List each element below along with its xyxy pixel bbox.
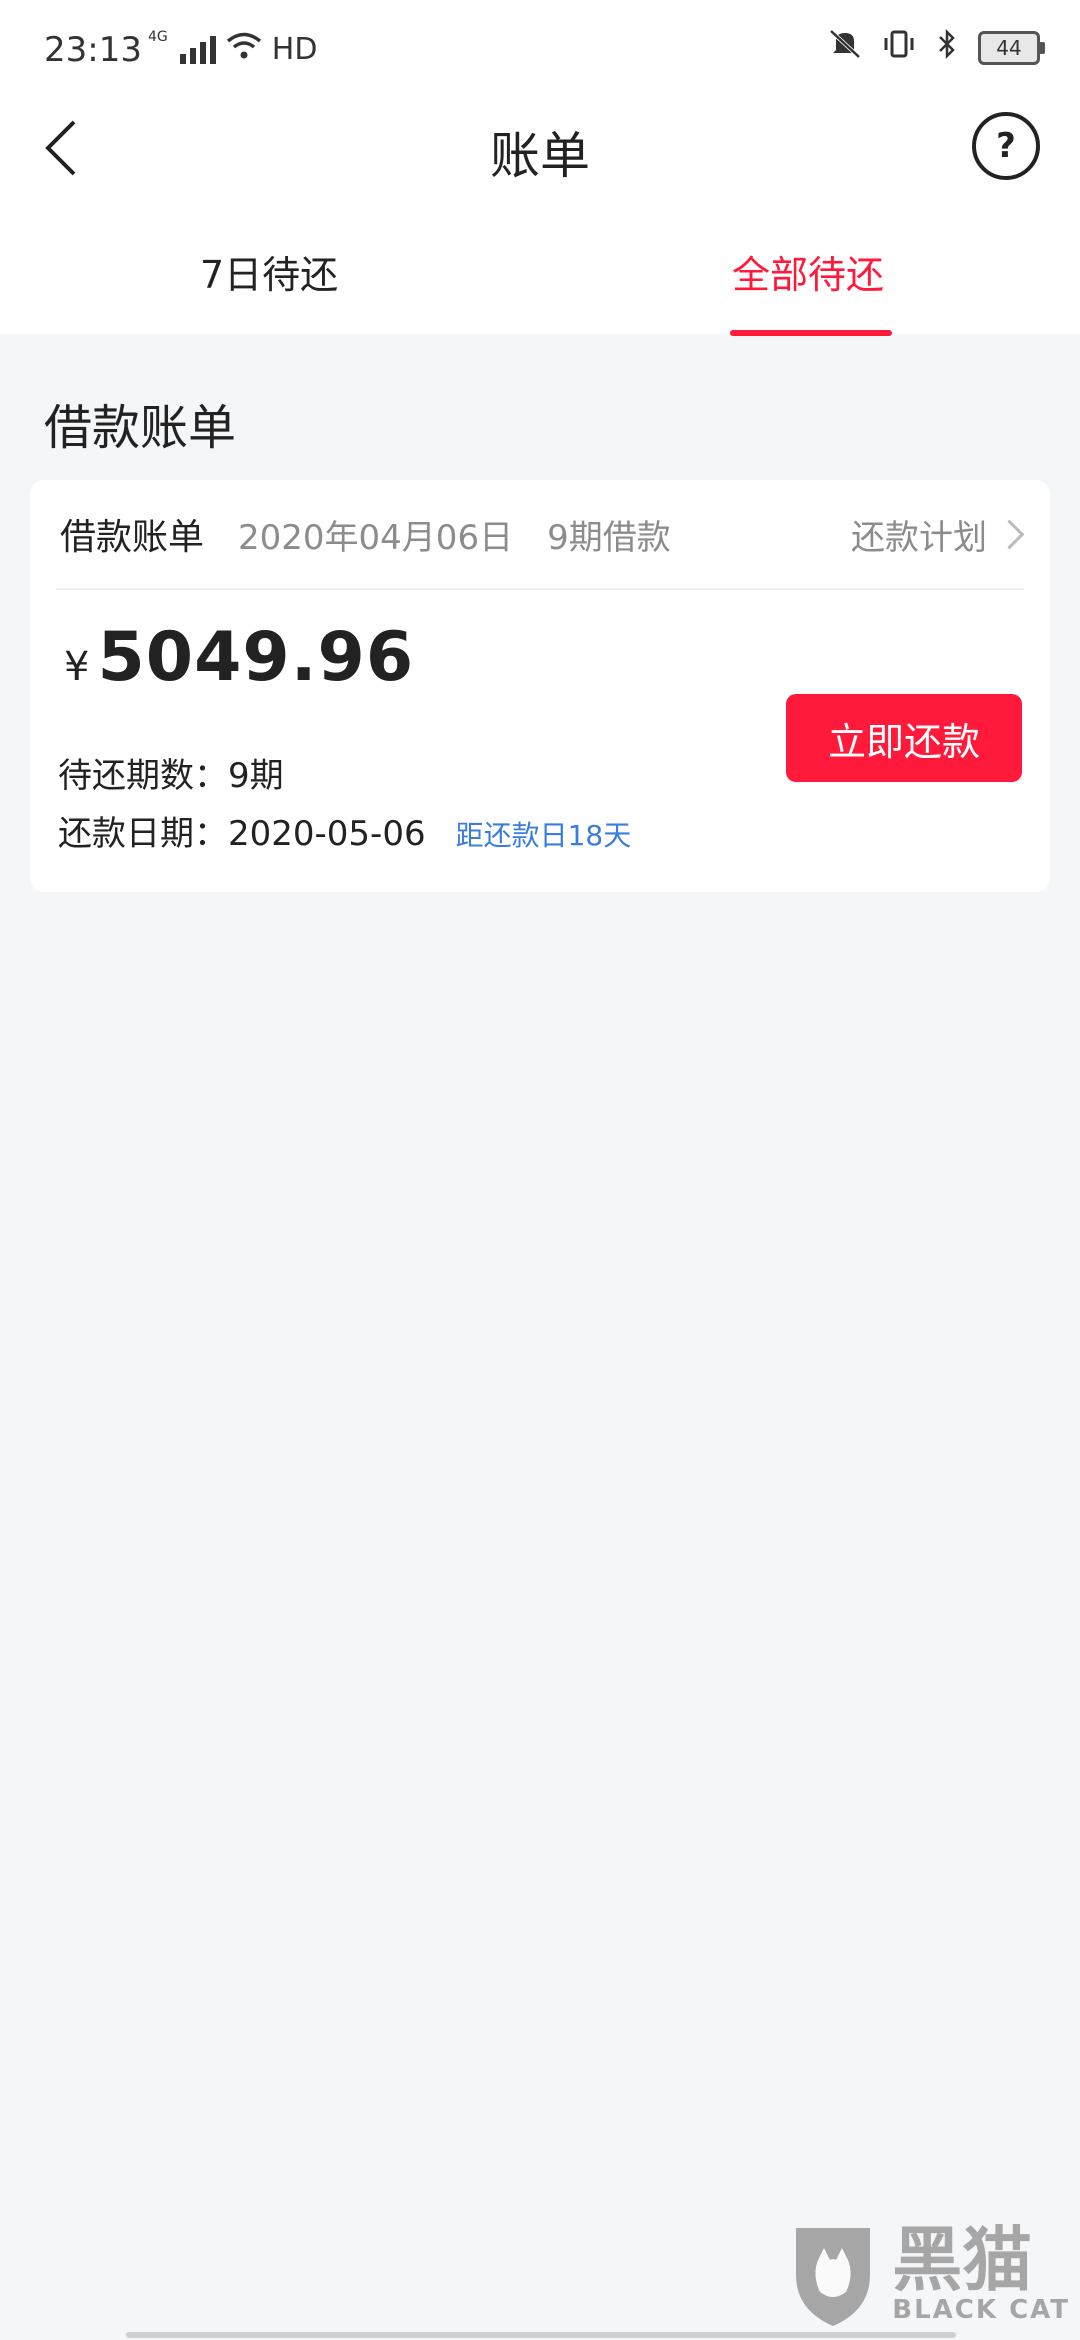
days-until-due: 距还款日18天: [455, 819, 632, 852]
watermark-text: 黑猫 BLACK CAT: [892, 2225, 1070, 2325]
pending-periods-label: 待还期数：: [58, 756, 228, 796]
active-tab-indicator: [730, 330, 892, 336]
watermark-en: BLACK CAT: [892, 2295, 1070, 2325]
nav-header: 账单 ?: [0, 104, 1080, 234]
card-header: 借款账单 2020年04月06日 9期借款: [60, 508, 671, 560]
cat-shield-logo-icon: [788, 2220, 878, 2330]
status-left-icons: 4G HD: [148, 29, 318, 68]
home-indicator: [126, 2332, 956, 2338]
signal-icon: [179, 34, 216, 64]
battery-icon: 44: [978, 31, 1045, 65]
bluetooth-icon: [936, 28, 958, 68]
wifi-icon: [226, 30, 262, 68]
amount-due: ¥ 5049.96: [64, 618, 414, 697]
status-time: 23:13: [44, 30, 142, 70]
chevron-right-icon: [994, 519, 1025, 550]
help-icon[interactable]: ?: [972, 112, 1040, 180]
tab-7-day-due[interactable]: 7日待还: [200, 244, 338, 299]
page-title: 账单: [490, 127, 590, 185]
vibrate-icon: [882, 28, 916, 68]
amount-value: 5049.96: [97, 618, 415, 697]
currency-symbol: ¥: [64, 644, 90, 690]
loan-bill-card: 借款账单 2020年04月06日 9期借款 还款计划 ¥ 5049.96 待还期…: [30, 480, 1050, 892]
due-date-label: 还款日期：: [58, 814, 228, 854]
repay-now-button[interactable]: 立即还款: [786, 694, 1022, 782]
network-type: 4G: [148, 29, 168, 45]
mute-icon: [828, 28, 862, 68]
repayment-plan-link[interactable]: 还款计划: [851, 510, 1025, 559]
pending-periods-value: 9期: [228, 756, 284, 796]
card-title: 借款账单: [60, 517, 205, 558]
status-right-icons: 44: [828, 28, 1045, 68]
hd-label: HD: [271, 31, 318, 67]
loan-date: 2020年04月06日: [238, 517, 514, 558]
due-date-value: 2020-05-06: [228, 814, 426, 854]
tab-bar: 7日待还 全部待还: [0, 234, 1080, 336]
divider: [56, 588, 1024, 590]
repayment-plan-label: 还款计划: [851, 518, 987, 558]
status-bar: 23:13 4G HD 44: [0, 0, 1080, 104]
watermark-cn: 黑猫: [892, 2219, 1033, 2301]
loan-term: 9期借款: [547, 517, 671, 558]
due-date-row: 还款日期： 2020-05-06 距还款日18天: [58, 806, 631, 855]
pending-periods-row: 待还期数：9期: [58, 748, 284, 797]
tab-all-due[interactable]: 全部待还: [732, 244, 884, 299]
blackcat-watermark: 黑猫 BLACK CAT: [788, 2220, 1070, 2330]
section-title: 借款账单: [44, 400, 237, 456]
